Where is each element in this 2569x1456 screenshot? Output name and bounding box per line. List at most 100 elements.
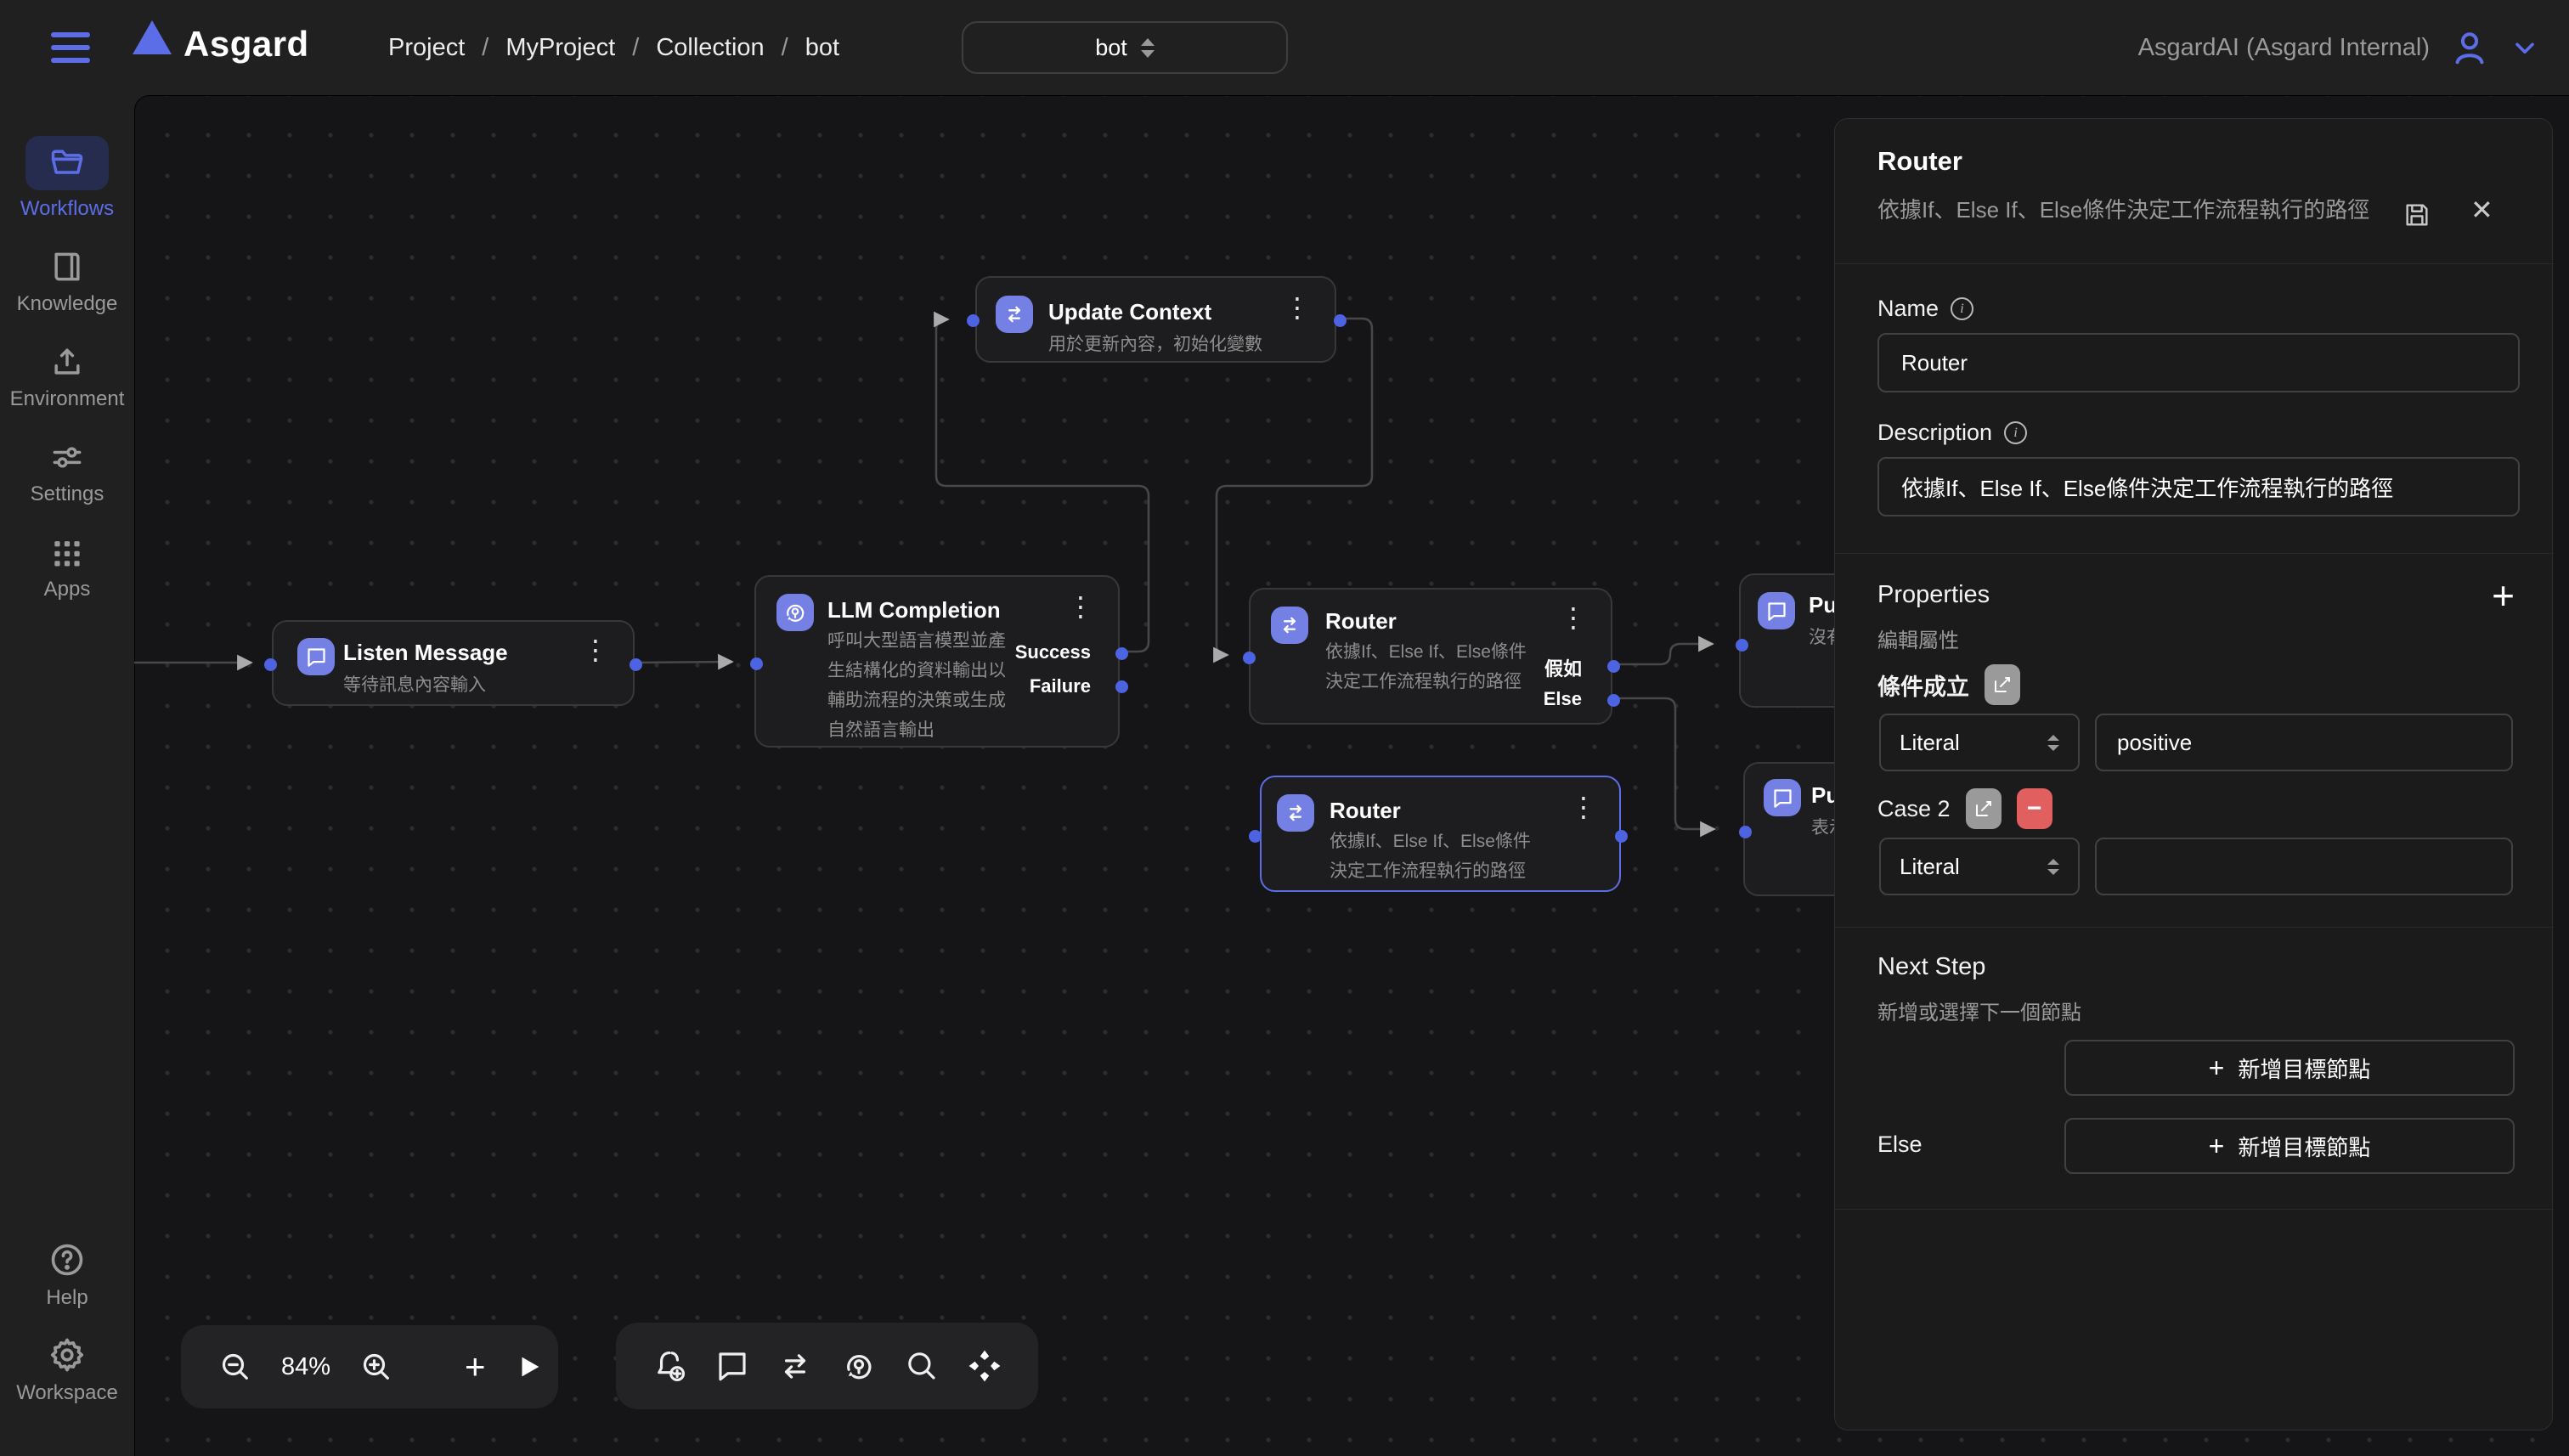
info-icon: i [2004, 421, 2027, 444]
zoom-toolbar: 84% + [181, 1325, 558, 1408]
node-update-context[interactable]: Update Context 用於更新內容，初始化變數 ⋮ [975, 276, 1336, 363]
output-port-else[interactable] [1607, 694, 1620, 707]
help-circle-icon [48, 1240, 87, 1279]
select-chevrons-icon [1141, 38, 1155, 58]
output-label-success: Success [1015, 641, 1091, 663]
swap-arrows-icon [996, 296, 1033, 333]
node-menu-button[interactable]: ⋮ [1560, 605, 1587, 630]
edit-icon[interactable] [1985, 664, 2020, 705]
sidebar-item-workflows[interactable]: Workflows [0, 136, 134, 221]
case-2-header: Case 2 − [1877, 788, 2052, 829]
node-router-2-selected[interactable]: Router 依據If、Else If、Else條件 決定工作流程執行的路徑 ⋮ [1260, 776, 1621, 892]
input-port[interactable] [750, 657, 763, 670]
remove-case-icon[interactable]: − [2017, 788, 2052, 829]
node-palette-toolbar [616, 1323, 1038, 1409]
node-router-1[interactable]: Router 依據If、Else If、Else條件 決定工作流程執行的路徑 ⋮… [1249, 588, 1612, 725]
input-port[interactable] [264, 658, 277, 671]
input-port[interactable] [1736, 639, 1748, 652]
user-icon[interactable] [2450, 28, 2489, 67]
move-diamond-icon[interactable] [967, 1348, 1002, 1384]
panel-title: Router [1877, 146, 1962, 177]
add-target-node-button-else[interactable]: + 新增目標節點 [2064, 1118, 2515, 1174]
node-menu-button[interactable]: ⋮ [1284, 295, 1311, 320]
zoom-out-icon[interactable] [218, 1350, 252, 1384]
divider [1835, 263, 2554, 264]
node-title: Router [1325, 608, 1397, 635]
close-icon[interactable]: ✕ [2470, 194, 2493, 226]
next-step-heading: Next Step [1877, 953, 1985, 981]
sidebar-item-settings[interactable]: Settings [0, 438, 134, 506]
node-menu-button[interactable]: ⋮ [1067, 594, 1094, 619]
swap-arrows-icon[interactable] [777, 1348, 813, 1384]
node-subtitle: 用於更新內容，初始化變數 [1048, 330, 1262, 359]
node-title: Listen Message [343, 640, 508, 666]
folder-icon [48, 144, 86, 182]
swap-arrows-icon [1277, 794, 1314, 832]
node-menu-button[interactable]: ⋮ [582, 637, 609, 663]
edit-icon[interactable] [1966, 788, 2002, 829]
properties-heading: Properties [1877, 581, 1990, 609]
menu-icon[interactable] [51, 29, 90, 66]
case-2-value-input[interactable] [2095, 838, 2513, 895]
bell-add-icon[interactable] [652, 1348, 687, 1384]
plus-icon: + [2209, 1052, 2225, 1084]
output-port-failure[interactable] [1115, 680, 1128, 693]
breadcrumb-bot[interactable]: bot [805, 34, 839, 62]
input-port[interactable] [967, 314, 980, 327]
select-chevrons-icon [2047, 735, 2059, 751]
breadcrumb-project[interactable]: Project [388, 34, 465, 62]
case-1-value-input[interactable] [2095, 714, 2513, 771]
case-1-type-select[interactable]: Literal [1879, 714, 2080, 771]
name-input[interactable] [1877, 333, 2520, 392]
swap-arrows-icon [1271, 607, 1308, 644]
description-label: Description i [1877, 420, 2027, 446]
app-logo: Asgard [184, 24, 309, 65]
properties-subtitle: 編輯屬性 [1877, 624, 1959, 653]
output-port-if[interactable] [1607, 660, 1620, 673]
input-port[interactable] [1249, 830, 1262, 843]
output-port[interactable] [1615, 830, 1628, 843]
node-llm-completion[interactable]: LLM Completion 呼叫大型語言模型並產 生結構化的資料輸出以 輔助流… [754, 575, 1120, 748]
sidebar-item-environment[interactable]: Environment [0, 343, 134, 411]
add-node-button[interactable]: + [465, 1349, 486, 1385]
chat-bubble-icon [1758, 592, 1795, 629]
chat-bubble-icon [1764, 779, 1801, 816]
account-area[interactable]: AsgardAI (Asgard Internal) [2138, 0, 2540, 95]
description-input[interactable] [1877, 457, 2520, 516]
bot-version-select[interactable]: bot [962, 21, 1288, 74]
output-port[interactable] [1334, 314, 1347, 327]
node-subtitle: 依據If、Else If、Else條件 決定工作流程執行的路徑 [1330, 827, 1531, 886]
breadcrumb-collection[interactable]: Collection [656, 34, 764, 62]
node-listen-message[interactable]: Listen Message 等待訊息內容輸入 ⋮ [272, 620, 635, 706]
output-label-if: 假如 [1544, 654, 1582, 681]
sidebar-item-apps[interactable]: Apps [0, 533, 134, 601]
save-icon[interactable] [2402, 200, 2431, 229]
node-title: Router [1330, 798, 1401, 824]
add-target-node-button-if[interactable]: + 新增目標節點 [2064, 1040, 2515, 1096]
divider [1835, 1209, 2554, 1210]
case-2-type-select[interactable]: Literal [1879, 838, 2080, 895]
chevron-down-icon[interactable] [2510, 32, 2540, 63]
breadcrumb-myproject[interactable]: MyProject [505, 34, 615, 62]
output-port-success[interactable] [1115, 647, 1128, 660]
upload-icon [48, 343, 86, 381]
book-icon [48, 248, 86, 285]
sidebar-item-workspace[interactable]: Workspace [0, 1335, 134, 1405]
next-step-subtitle: 新增或選擇下一個節點 [1877, 996, 2081, 1025]
zoom-in-icon[interactable] [359, 1350, 393, 1384]
bulb-cycle-icon[interactable] [841, 1348, 877, 1384]
search-icon[interactable] [904, 1348, 940, 1384]
add-property-button[interactable]: + [2492, 576, 2515, 615]
node-subtitle: 呼叫大型語言模型並產 生結構化的資料輸出以 輔助流程的決策或生成 自然語言輸出 [827, 626, 1006, 745]
sidebar-item-knowledge[interactable]: Knowledge [0, 248, 134, 316]
input-port[interactable] [1739, 826, 1752, 838]
bulb-cycle-icon [776, 594, 814, 631]
node-menu-button[interactable]: ⋮ [1570, 794, 1597, 820]
run-workflow-button[interactable] [515, 1352, 544, 1381]
name-label: Name i [1877, 296, 1973, 322]
output-port[interactable] [630, 658, 642, 671]
chat-icon[interactable] [714, 1348, 750, 1384]
input-port[interactable] [1243, 652, 1256, 664]
sidebar-item-help[interactable]: Help [0, 1240, 134, 1310]
account-label: AsgardAI (Asgard Internal) [2138, 34, 2430, 62]
